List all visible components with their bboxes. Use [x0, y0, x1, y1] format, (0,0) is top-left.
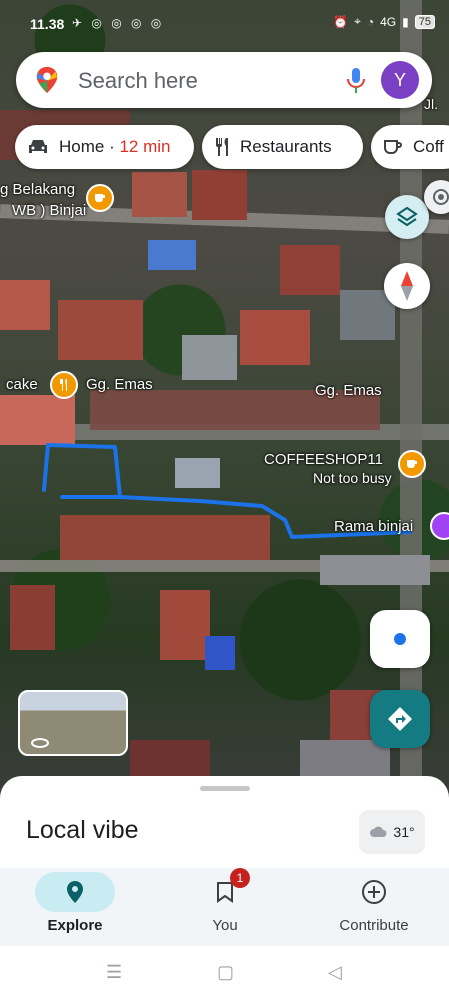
account-avatar[interactable]: Y — [381, 61, 419, 99]
restaurants-chip[interactable]: Restaurants — [202, 125, 363, 169]
drawn-route-line — [42, 443, 412, 539]
search-bar[interactable]: Search here Y — [16, 52, 432, 108]
tab-explore[interactable]: Explore — [0, 868, 150, 946]
map-label: cake — [6, 376, 38, 393]
temperature-label: 31° — [393, 824, 415, 840]
local-vibe-sheet[interactable]: Local vibe 31° — [0, 776, 449, 868]
map-label: WB ) Binjai — [12, 202, 87, 219]
notification-badge: 1 — [230, 868, 250, 888]
directions-icon — [388, 707, 412, 731]
coffeeshop-label: COFFEESHOP11 — [264, 451, 383, 468]
home-duration: 12 min — [119, 137, 171, 156]
bottom-navigation: Explore 1 You Contribute — [0, 868, 449, 946]
sheet-drag-handle[interactable] — [200, 786, 250, 791]
wifi-icon: ◔ — [366, 14, 375, 29]
layers-icon — [396, 206, 418, 227]
system-navigation-bar: ☰ ▢ ◁ — [0, 946, 449, 1000]
fork-knife-icon — [216, 138, 228, 156]
directions-button[interactable] — [370, 690, 430, 748]
signal-icon: ▮ — [402, 14, 409, 29]
explore-pin-icon — [67, 881, 83, 903]
busyness-label: Not too busy — [313, 470, 392, 486]
status-bar: 11.38 ✈ ◎ ◎ ◎ ◎ ⏰ ⌖ ◔ 4G ▮ 75 — [0, 0, 449, 46]
microphone-icon[interactable] — [346, 67, 366, 95]
compass-icon — [401, 271, 413, 301]
tab-explore-label: Explore — [47, 917, 103, 934]
google-maps-logo-icon — [36, 66, 58, 94]
sheet-title: Local vibe — [26, 816, 139, 844]
street-label: Jl. — [424, 96, 438, 112]
street-view-icon — [31, 738, 49, 748]
status-time: 11.38 — [30, 16, 65, 32]
cloud-icon — [370, 826, 387, 837]
home-chip-label: Home · — [59, 137, 115, 156]
signal-label: 4G — [380, 14, 397, 29]
location-icon: ⌖ — [354, 14, 361, 28]
map-label: Rama binjai — [334, 518, 414, 535]
tab-contribute[interactable]: Contribute — [299, 868, 449, 946]
street-label: Gg. Emas — [86, 376, 153, 393]
system-icons: ⏰ ⌖ ◔ 4G ▮ 75 — [333, 14, 435, 29]
battery-icon: 75 — [414, 14, 435, 29]
restaurants-label: Restaurants — [240, 137, 332, 156]
map-label: g Belakang — [0, 181, 76, 198]
notification-icons: ✈ ◎ ◎ ◎ ◎ — [72, 16, 165, 30]
recents-icon[interactable]: ☰ — [106, 962, 122, 983]
my-location-button[interactable] — [370, 610, 430, 668]
contribute-tab-icon-wrap — [334, 872, 414, 912]
back-icon[interactable]: ◁ — [328, 962, 342, 983]
street-label: Gg. Emas — [315, 382, 382, 399]
coffee-cup-icon — [384, 140, 402, 154]
coffee-poi-icon[interactable] — [398, 450, 426, 478]
search-input[interactable]: Search here — [78, 68, 198, 94]
timeline-pin-icon — [433, 189, 449, 205]
home-icon[interactable]: ▢ — [217, 962, 234, 983]
explore-tab-indicator — [35, 872, 115, 912]
tab-you-label: You — [212, 917, 238, 934]
coffee-chip[interactable]: Coff — [371, 125, 449, 169]
satellite-map[interactable]: g Belakang WB ) Binjai cake Gg. Emas Gg.… — [0, 0, 449, 800]
street-view-thumbnail[interactable] — [18, 690, 128, 756]
cafe-poi-icon[interactable] — [86, 184, 114, 212]
layers-button[interactable] — [385, 195, 429, 239]
tab-you[interactable]: 1 You — [150, 868, 300, 946]
weather-chip[interactable]: 31° — [359, 810, 425, 854]
compass-button[interactable] — [384, 263, 430, 309]
car-icon — [29, 140, 47, 153]
restaurant-poi-icon[interactable] — [50, 371, 78, 399]
home-chip[interactable]: Home · 12 min — [15, 125, 194, 169]
you-tab-icon-wrap: 1 — [185, 868, 265, 912]
plus-circle-icon — [362, 880, 386, 904]
coffee-label: Coff — [413, 137, 444, 156]
tab-contribute-label: Contribute — [339, 917, 409, 934]
my-location-icon — [394, 633, 406, 645]
alarm-icon: ⏰ — [333, 14, 349, 29]
